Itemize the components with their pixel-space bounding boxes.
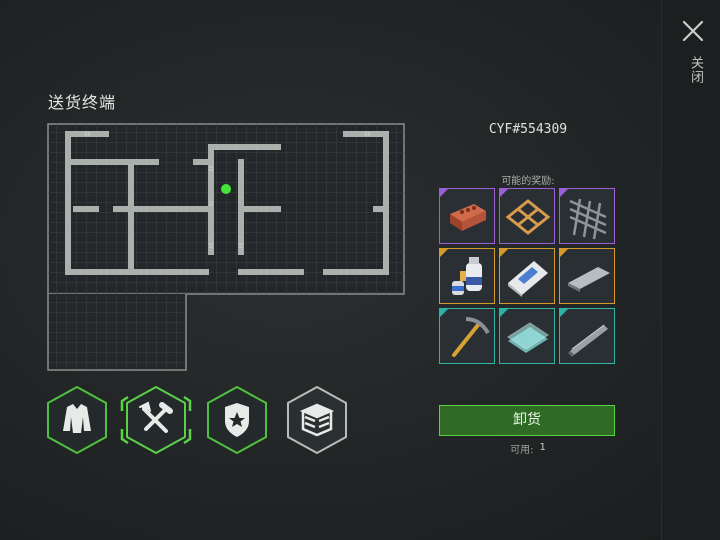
reward-slot-glass[interactable]: [499, 308, 555, 364]
unload-button[interactable]: 卸货: [439, 405, 615, 436]
player-marker: [221, 184, 231, 194]
reward-slot-steel-plate[interactable]: [559, 248, 615, 304]
glass-panes-icon: [507, 322, 549, 353]
category-police-button[interactable]: [205, 385, 269, 455]
chemicals-icon: [452, 257, 482, 295]
reward-slot-chemicals[interactable]: [439, 248, 495, 304]
pickaxe-icon: [452, 317, 490, 357]
page-title: 送货终端: [48, 93, 117, 112]
steel-plate-icon: [568, 267, 610, 292]
reward-slot-brick[interactable]: [439, 188, 495, 244]
wooden-frame-icon: [505, 199, 551, 235]
reward-slot-steel-beam[interactable]: [559, 308, 615, 364]
rebar-grid-icon: [569, 198, 607, 240]
rewards-label: 可能的奖励:: [501, 176, 555, 187]
location-map: [47, 123, 405, 371]
category-clothing-button[interactable]: [45, 385, 109, 455]
delivery-code: CYF#554309: [488, 122, 568, 137]
brick-icon: [450, 204, 486, 231]
category-tools-button[interactable]: [120, 383, 192, 457]
reward-slot-pickaxe[interactable]: [439, 308, 495, 364]
rewards-grid: [439, 188, 617, 366]
close-icon: [682, 20, 704, 42]
steel-beam-icon: [568, 324, 608, 357]
close-label: 关闭: [688, 56, 703, 84]
cement-bag-icon: [508, 261, 548, 297]
available-label: 可用:: [510, 445, 534, 456]
reward-slot-frame[interactable]: [499, 188, 555, 244]
reward-slot-rebar[interactable]: [559, 188, 615, 244]
available-count: 可用: 1: [440, 441, 616, 456]
close-button[interactable]: 关闭: [680, 18, 706, 98]
category-supplies-button[interactable]: [285, 385, 349, 455]
available-value: 1: [539, 442, 546, 453]
reward-slot-cement[interactable]: [499, 248, 555, 304]
